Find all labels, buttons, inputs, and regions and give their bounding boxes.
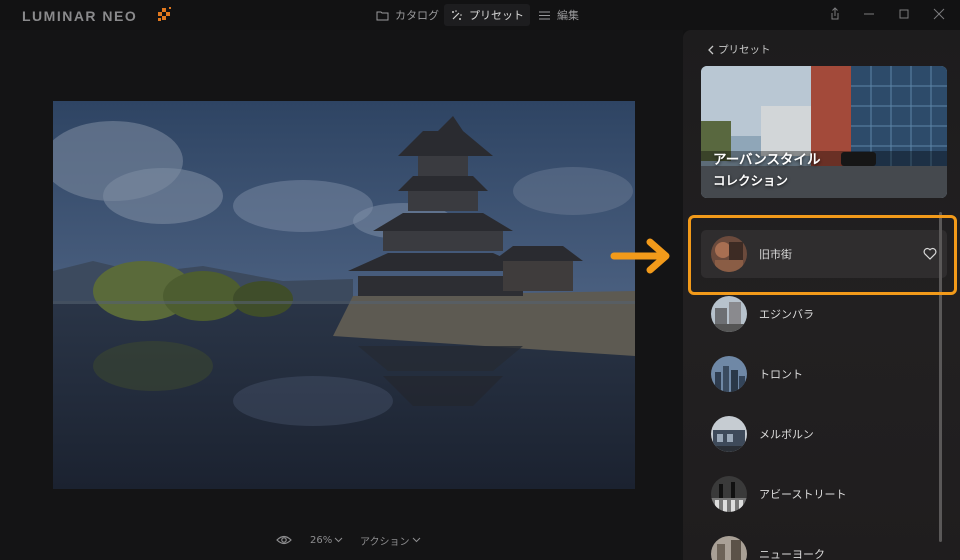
preset-item-new-york[interactable]: ニューヨーク [701, 530, 947, 560]
close-icon[interactable] [931, 6, 947, 22]
luminar-logo-icon [158, 7, 171, 21]
back-button[interactable]: プリセット [707, 42, 771, 57]
sliders-icon [539, 11, 550, 19]
photo-preview [53, 101, 635, 489]
app-logo: LUMINAR NEO [22, 8, 138, 24]
preset-item-melbourne[interactable]: メルボルン [701, 410, 947, 458]
arrow-right-icon [610, 238, 670, 274]
tab-presets[interactable]: プリセット [444, 4, 530, 26]
preset-item-edinburgh[interactable]: エジンバラ [701, 290, 947, 338]
actions-label: アクション [360, 536, 410, 548]
maximize-icon[interactable] [896, 6, 912, 22]
preset-label: メルボルン [759, 428, 814, 441]
chevron-left-icon [708, 45, 714, 54]
collection-banner: アーバンスタイル コレクション [701, 66, 947, 198]
preset-thumbnail [711, 296, 747, 332]
tab-edit[interactable]: 編集 [532, 4, 585, 26]
preset-thumbnail [711, 356, 747, 392]
folder-icon [376, 11, 389, 20]
preset-label: ニューヨーク [759, 548, 825, 560]
actions-dropdown[interactable]: アクション [360, 531, 421, 549]
tab-edit-label: 編集 [557, 9, 579, 22]
tab-catalog[interactable]: カタログ [370, 4, 445, 26]
presets-panel: プリセット アーバンスタイル コレクション 旧市街 エジンバラ トロント メルボ… [683, 30, 960, 560]
before-after-toggle[interactable] [276, 531, 292, 549]
tab-catalog-label: カタログ [395, 9, 439, 22]
collection-title: アーバンスタイル [713, 152, 821, 168]
preset-thumbnail [711, 476, 747, 512]
back-label: プリセット [718, 44, 771, 56]
selection-highlight [688, 215, 957, 295]
preset-label: アビーストリート [759, 488, 847, 501]
chevron-down-icon [334, 537, 343, 543]
eye-icon [276, 535, 292, 545]
title-bar: LUMINAR NEO カタログ プリセット 編集 [0, 0, 960, 30]
preset-item-toronto[interactable]: トロント [701, 350, 947, 398]
preset-label: トロント [759, 368, 803, 381]
tab-presets-label: プリセット [469, 9, 524, 22]
zoom-dropdown[interactable]: 26% [310, 531, 343, 549]
preset-thumbnail [711, 416, 747, 452]
zoom-value: 26% [310, 534, 333, 546]
collection-subtitle: コレクション [713, 173, 789, 188]
magic-wand-icon [452, 9, 462, 20]
preset-thumbnail [711, 536, 747, 560]
preset-item-abbey-road[interactable]: アビーストリート [701, 470, 947, 518]
share-icon[interactable] [827, 6, 843, 22]
preset-label: エジンバラ [759, 308, 814, 321]
chevron-down-icon [412, 537, 420, 543]
minimize-icon[interactable] [861, 6, 877, 22]
